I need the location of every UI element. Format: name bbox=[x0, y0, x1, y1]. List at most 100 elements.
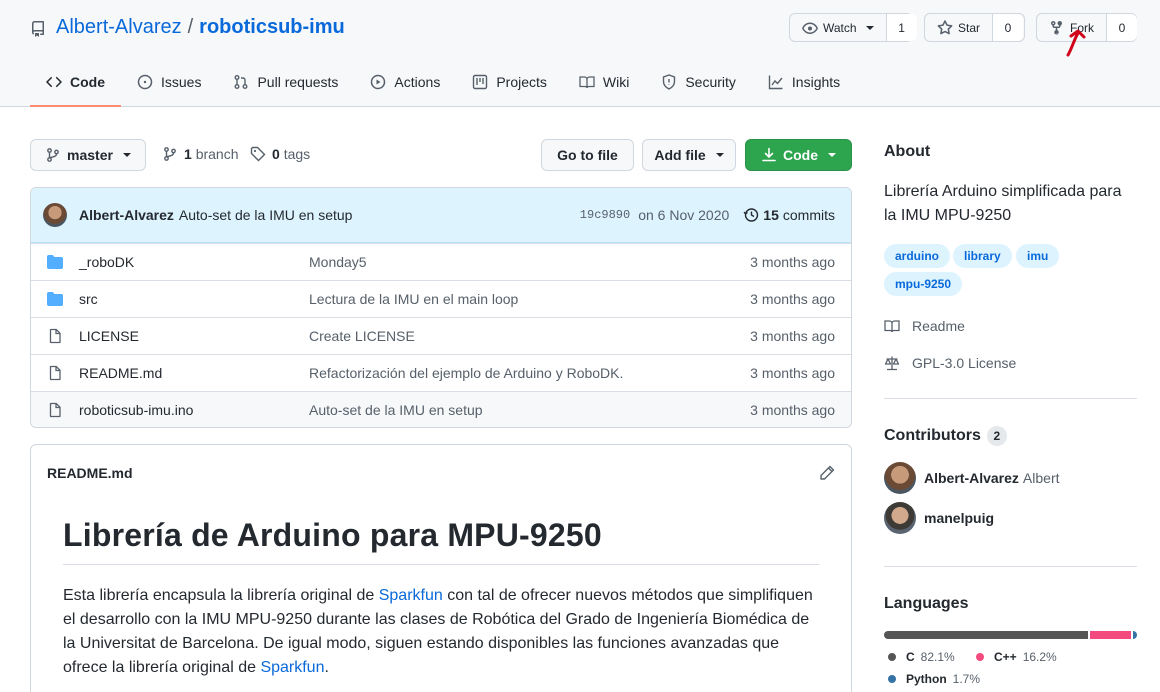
fork-count[interactable]: 0 bbox=[1107, 14, 1137, 41]
file-commit-message[interactable]: Lectura de la IMU en el main loop bbox=[309, 291, 750, 307]
tab-pull-requests-label: Pull requests bbox=[257, 74, 339, 90]
book-icon bbox=[884, 320, 900, 333]
commit-author[interactable]: Albert-Alvarez bbox=[79, 207, 174, 223]
tab-pull-requests[interactable]: Pull requests bbox=[217, 58, 354, 106]
chevron-down-icon bbox=[865, 25, 874, 30]
avatar[interactable] bbox=[43, 203, 67, 227]
language-item[interactable]: Python 1.7% bbox=[888, 672, 980, 686]
contributor-item[interactable]: manelpuig bbox=[884, 502, 994, 534]
tab-issues[interactable]: Issues bbox=[121, 58, 217, 106]
readme-text: Esta librería encapsula la librería orig… bbox=[63, 587, 379, 604]
add-file-button[interactable]: Add file bbox=[642, 139, 736, 171]
branch-label: branch bbox=[195, 146, 239, 162]
file-commit-message[interactable]: Auto-set de la IMU en setup bbox=[309, 402, 750, 418]
tab-actions-label: Actions bbox=[394, 74, 441, 90]
repo-owner-link[interactable]: Albert-Alvarez bbox=[56, 16, 182, 39]
star-button[interactable]: Star bbox=[925, 14, 994, 41]
topic-tag[interactable]: imu bbox=[1016, 244, 1060, 268]
file-name[interactable]: LICENSE bbox=[79, 328, 309, 344]
contributors-title-label: Contributors bbox=[884, 427, 981, 445]
avatar[interactable] bbox=[884, 462, 916, 494]
topic-tag[interactable]: library bbox=[953, 244, 1012, 268]
file-commit-message[interactable]: Refactorización del ejemplo de Arduino y… bbox=[309, 365, 750, 381]
file-name[interactable]: README.md bbox=[79, 365, 309, 381]
watch-control: Watch 1 bbox=[789, 13, 917, 42]
about-title: About bbox=[884, 143, 931, 160]
code-button-label: Code bbox=[783, 147, 818, 163]
repo-header: Albert-Alvarez / roboticsub-imu Watch 1 … bbox=[0, 0, 1160, 107]
avatar[interactable] bbox=[884, 502, 916, 534]
shield-icon bbox=[663, 74, 676, 90]
graph-icon bbox=[768, 75, 783, 90]
tab-projects[interactable]: Projects bbox=[456, 58, 563, 106]
language-percent: 82.1% bbox=[920, 650, 955, 664]
file-name[interactable]: roboticsub-imu.ino bbox=[79, 402, 309, 418]
commit-count-label: commits bbox=[782, 207, 835, 223]
sidebar-divider bbox=[884, 398, 1137, 399]
branch-name: master bbox=[67, 147, 113, 163]
watch-button[interactable]: Watch bbox=[790, 14, 887, 41]
folder-icon bbox=[47, 292, 63, 306]
file-row[interactable]: LICENSE Create LICENSE 3 months ago bbox=[31, 317, 851, 354]
commit-message[interactable]: Auto-set de la IMU en setup bbox=[179, 207, 353, 223]
issue-icon bbox=[137, 74, 153, 90]
file-commit-message[interactable]: Monday5 bbox=[309, 254, 750, 270]
file-commit-message[interactable]: Create LICENSE bbox=[309, 328, 750, 344]
pencil-icon[interactable] bbox=[819, 465, 835, 481]
contributor-name: Albert bbox=[1022, 470, 1060, 486]
watch-count[interactable]: 1 bbox=[886, 14, 917, 41]
tab-code-label: Code bbox=[70, 74, 105, 90]
branch-icon bbox=[164, 147, 176, 161]
star-label: Star bbox=[958, 20, 981, 35]
code-icon bbox=[46, 76, 62, 88]
language-percent: 1.7% bbox=[952, 672, 981, 686]
star-count[interactable]: 0 bbox=[993, 14, 1024, 41]
language-name: Python bbox=[906, 672, 947, 686]
tab-wiki[interactable]: Wiki bbox=[563, 58, 645, 106]
language-item[interactable]: C++ 16.2% bbox=[976, 650, 1057, 664]
contributor-login[interactable]: manelpuig bbox=[924, 510, 994, 526]
language-item[interactable]: C 82.1% bbox=[888, 650, 955, 664]
language-segment-cpp bbox=[1090, 631, 1131, 639]
file-age: 3 months ago bbox=[750, 254, 835, 270]
file-age: 3 months ago bbox=[750, 365, 835, 381]
tab-projects-label: Projects bbox=[496, 74, 547, 90]
branch-select-button[interactable]: master bbox=[30, 139, 146, 171]
tags-link[interactable]: 0 tags bbox=[250, 146, 310, 162]
file-age: 3 months ago bbox=[750, 402, 835, 418]
file-name[interactable]: _roboDK bbox=[79, 254, 309, 270]
repo-icon bbox=[30, 20, 46, 37]
sparkfun-link[interactable]: Sparkfun bbox=[260, 659, 324, 676]
file-row[interactable]: _roboDK Monday5 3 months ago bbox=[31, 243, 851, 280]
file-row[interactable]: README.md Refactorización del ejemplo de… bbox=[31, 354, 851, 391]
commit-count: 15 bbox=[763, 207, 779, 223]
readme-filename[interactable]: README.md bbox=[47, 465, 133, 481]
commits-link[interactable]: 15 commits bbox=[743, 207, 835, 223]
file-name[interactable]: src bbox=[79, 291, 309, 307]
tab-security[interactable]: Security bbox=[645, 58, 752, 106]
language-color-dot bbox=[976, 653, 984, 661]
license-link[interactable]: GPL-3.0 License bbox=[884, 355, 1016, 371]
contributor-item[interactable]: Albert-Alvarez Albert bbox=[884, 462, 1060, 494]
topic-tag[interactable]: mpu-9250 bbox=[884, 272, 963, 296]
code-button[interactable]: Code bbox=[745, 139, 852, 171]
tab-insights-label: Insights bbox=[791, 74, 841, 90]
readme-link[interactable]: Readme bbox=[884, 318, 965, 334]
topic-tag[interactable]: arduino bbox=[884, 244, 950, 268]
branches-link[interactable]: 1 branch bbox=[162, 146, 239, 162]
tab-code[interactable]: Code bbox=[30, 58, 121, 107]
file-row[interactable]: src Lectura de la IMU en el main loop 3 … bbox=[31, 280, 851, 317]
file-row[interactable]: roboticsub-imu.ino Auto-set de la IMU en… bbox=[31, 391, 851, 427]
contributors-title[interactable]: Contributors 2 bbox=[884, 426, 1007, 446]
commit-sha[interactable]: 19c9890 bbox=[580, 208, 630, 222]
chevron-down-icon bbox=[828, 153, 836, 157]
tab-insights[interactable]: Insights bbox=[752, 58, 856, 106]
repo-name-link[interactable]: roboticsub-imu bbox=[199, 16, 345, 39]
language-segment-python bbox=[1132, 631, 1137, 639]
tab-actions[interactable]: Actions bbox=[354, 58, 456, 106]
readme-text: . bbox=[324, 659, 329, 676]
go-to-file-button[interactable]: Go to file bbox=[541, 139, 634, 171]
sparkfun-link[interactable]: Sparkfun bbox=[379, 587, 443, 604]
watch-label: Watch bbox=[823, 20, 857, 35]
contributor-login[interactable]: Albert-Alvarez bbox=[924, 470, 1019, 486]
